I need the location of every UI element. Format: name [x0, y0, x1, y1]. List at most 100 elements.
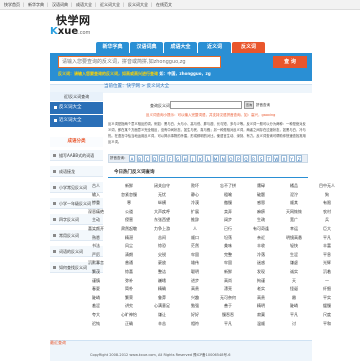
- hot-word-link[interactable]: 繁荣: [113, 294, 145, 302]
- hot-word-link[interactable]: 完整: [212, 251, 244, 259]
- hot-word-link[interactable]: 亲近: [245, 234, 277, 242]
- hot-word-link[interactable]: 心满意足: [146, 302, 178, 310]
- hot-word-link[interactable]: 败坏: [179, 182, 211, 190]
- hot-word-link[interactable]: 迟钝: [80, 320, 112, 328]
- hot-word-link[interactable]: 深恶痛绝: [80, 208, 112, 216]
- hot-word-link[interactable]: 寒: [113, 199, 145, 207]
- hot-word-link[interactable]: 生疏: [245, 216, 277, 224]
- pinyin-letter-q[interactable]: Q: [243, 155, 249, 162]
- hot-word-link[interactable]: 沉默寡言: [80, 259, 112, 267]
- hot-word-link[interactable]: 雄伟: [179, 259, 211, 267]
- tab-synonyms[interactable]: 近义词: [198, 42, 231, 53]
- hot-word-link[interactable]: 羞涩: [80, 302, 112, 310]
- hot-word-link[interactable]: 静心: [179, 191, 211, 199]
- hot-word-link[interactable]: 好好: [179, 311, 211, 319]
- pinyin-letter-r[interactable]: R: [250, 155, 257, 162]
- hot-word-link[interactable]: 一: [311, 277, 343, 285]
- hot-word-link[interactable]: 豪放: [146, 259, 178, 267]
- hot-word-link[interactable]: 谨慎: [80, 277, 112, 285]
- pinyin-letter-j[interactable]: J: [189, 155, 196, 162]
- hot-word-link[interactable]: 橘品: [278, 182, 310, 190]
- hot-word-link[interactable]: 美味: [212, 242, 244, 250]
- pinyin-letter-s[interactable]: S: [258, 155, 265, 162]
- query-button[interactable]: 查询: [244, 101, 254, 109]
- hot-word-link[interactable]: 扩展: [179, 208, 211, 216]
- hot-word-link[interactable]: 破题: [245, 191, 277, 199]
- hot-word-link[interactable]: 平实: [311, 294, 343, 302]
- hot-word-link[interactable]: 天: [278, 277, 310, 285]
- hot-word-link[interactable]: 嫩: [278, 294, 310, 302]
- pinyin-letter-d[interactable]: D: [151, 155, 158, 162]
- hot-word-link[interactable]: 纤细: [311, 285, 343, 293]
- hot-word-link[interactable]: 输入: [80, 191, 112, 199]
- hot-word-link[interactable]: 冷漠: [179, 199, 211, 207]
- hot-word-link[interactable]: 主动: [80, 216, 112, 224]
- pinyin-letter-g[interactable]: G: [174, 155, 181, 162]
- hot-word-link[interactable]: 光辉: [311, 259, 343, 267]
- hot-word-link[interactable]: 农村: [311, 208, 343, 216]
- hot-word-link[interactable]: 肃然起敬: [113, 225, 145, 233]
- tab-dict[interactable]: 新华字典: [96, 42, 129, 53]
- hot-word-link[interactable]: 粗喻: [212, 191, 244, 199]
- topnav-link-synonyms[interactable]: 近义词大全: [100, 1, 120, 8]
- hot-word-link[interactable]: 高尚: [212, 277, 244, 285]
- hot-word-link[interactable]: 有限: [311, 199, 343, 207]
- hot-word-link[interactable]: 顺口: [179, 234, 211, 242]
- hot-word-link[interactable]: 漂亮: [212, 285, 244, 293]
- hot-word-link[interactable]: 老实: [245, 285, 277, 293]
- hot-word-link[interactable]: 无忧: [146, 191, 178, 199]
- topnav-link-essays[interactable]: 在线范文: [156, 1, 172, 8]
- hot-word-link[interactable]: 东张西望: [146, 216, 178, 224]
- hot-word-link[interactable]: 迷惑: [245, 259, 277, 267]
- hot-word-link[interactable]: 有可奇逢: [245, 225, 277, 233]
- hot-word-link[interactable]: 顺其: [278, 199, 310, 207]
- pinyin-letter-e[interactable]: E: [159, 155, 166, 162]
- topnav-link-dict[interactable]: 新华字典: [28, 1, 44, 8]
- hot-word-link[interactable]: 苦闷: [146, 234, 178, 242]
- hot-word-link[interactable]: 谦让: [146, 311, 178, 319]
- hot-word-link[interactable]: 丰富: [311, 242, 343, 250]
- hot-word-link[interactable]: 狗: [311, 191, 343, 199]
- hot-word-link[interactable]: 善于: [212, 302, 244, 310]
- hot-word-link[interactable]: 惊喜: [113, 268, 145, 276]
- hot-word-link[interactable]: 寂寞: [245, 311, 277, 319]
- hot-word-link[interactable]: 忘不了拼: [212, 182, 244, 190]
- hot-word-link[interactable]: 泥泞: [278, 191, 310, 199]
- hot-word-link[interactable]: 惊恐: [146, 242, 178, 250]
- pinyin-letter-w[interactable]: W: [273, 155, 280, 162]
- hot-word-link[interactable]: 闭关自守: [146, 182, 178, 190]
- hot-word-link[interactable]: 整洁: [146, 268, 178, 276]
- hot-word-link[interactable]: 谦虚: [278, 259, 310, 267]
- tab-idioms[interactable]: 成语大全: [164, 42, 197, 53]
- hot-word-link[interactable]: 陡峭: [278, 302, 310, 310]
- hot-word-link[interactable]: 繁茂: [80, 268, 112, 276]
- hot-word-link[interactable]: 精明: [245, 302, 277, 310]
- pinyin-letter-k[interactable]: K: [197, 155, 204, 162]
- hot-word-link[interactable]: 新鲜: [113, 182, 145, 190]
- hot-word-link[interactable]: 感恩: [245, 199, 277, 207]
- hot-word-link[interactable]: 进步: [179, 277, 211, 285]
- hot-word-link[interactable]: 明镜高悬: [278, 234, 310, 242]
- hot-word-link[interactable]: 发现: [245, 268, 277, 276]
- pinyin-letter-m[interactable]: M: [212, 155, 219, 162]
- hot-word-link[interactable]: 阔步: [212, 216, 244, 224]
- hot-word-link[interactable]: 书法: [80, 242, 112, 250]
- site-logo[interactable]: 快学网 Kxue.com: [50, 12, 90, 40]
- hot-word-link[interactable]: 侵害: [113, 216, 145, 224]
- pinyin-letter-a[interactable]: A: [129, 155, 135, 162]
- hot-word-link[interactable]: 牢固: [212, 259, 244, 267]
- pinyin-letter-f[interactable]: F: [167, 155, 173, 162]
- hot-word-link[interactable]: 平凡: [278, 311, 310, 319]
- hot-word-link[interactable]: 已行: [212, 225, 244, 233]
- hot-word-link[interactable]: 心旷神怡: [113, 311, 145, 319]
- hot-word-link[interactable]: 讨: [278, 320, 310, 328]
- topnav-link-antonyms[interactable]: 反义词大全: [128, 1, 148, 8]
- pinyin-letter-l[interactable]: L: [205, 155, 211, 162]
- hot-word-link[interactable]: 正确: [113, 320, 145, 328]
- hot-word-link[interactable]: 推辞: [179, 216, 211, 224]
- hot-word-link[interactable]: 公道: [113, 208, 145, 216]
- hot-word-link[interactable]: 目中无人: [311, 182, 343, 190]
- sidebar-item[interactable]: 描写AABB式的词语: [50, 150, 103, 161]
- hot-word-link[interactable]: 严厉: [80, 251, 112, 259]
- hot-word-link[interactable]: 新鲜: [212, 268, 244, 276]
